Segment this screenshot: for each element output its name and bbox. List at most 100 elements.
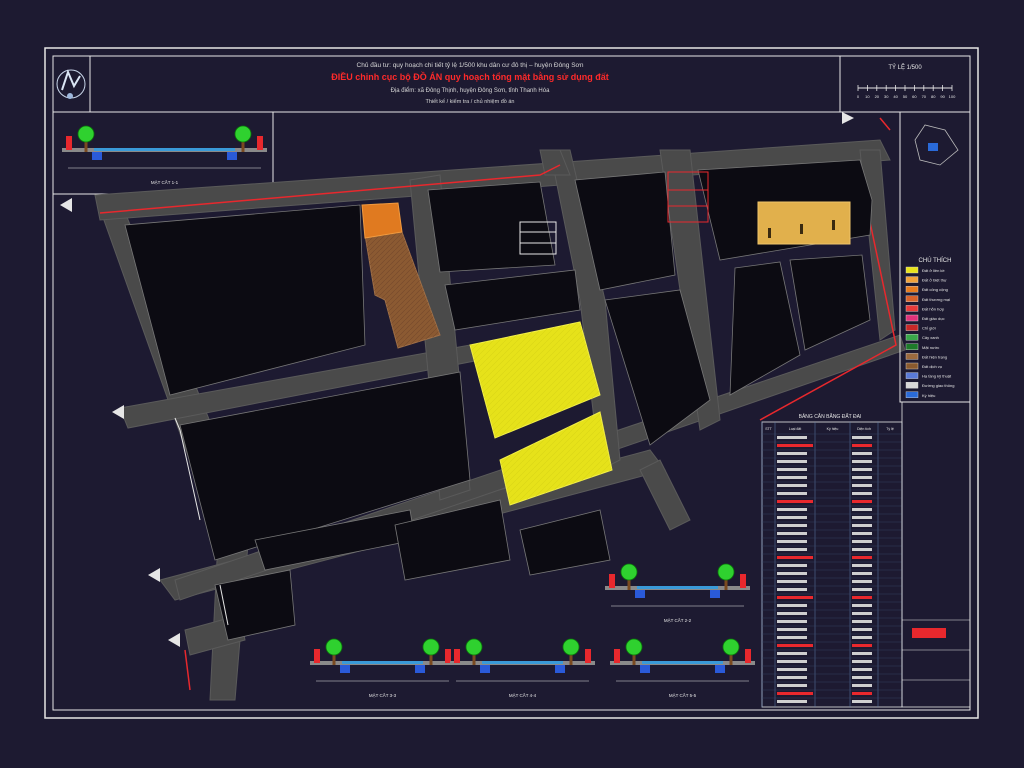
table-cell	[777, 644, 813, 647]
scale-tick-label: 90	[940, 94, 945, 99]
legend-label: Đường giao thông	[922, 383, 954, 388]
street-cross-section: MẶT CẮT 2-2	[605, 563, 750, 623]
scale-tick-label: 70	[922, 94, 927, 99]
title-block	[901, 401, 971, 708]
table-cell	[777, 548, 807, 551]
scale-title: TỶ LỆ 1/500	[888, 63, 922, 71]
table-cell	[777, 684, 807, 687]
table-cell	[777, 468, 807, 471]
table-cell	[852, 484, 872, 487]
location-map-icon	[914, 124, 959, 166]
legend-label: Đất ở liền kề	[922, 268, 945, 273]
table-title: BẢNG CÂN BẰNG ĐẤT ĐAI	[799, 412, 862, 420]
table-cell	[852, 516, 872, 519]
table-cell	[852, 540, 872, 543]
legend-swatch	[905, 334, 919, 341]
legend-label: Cây xanh	[922, 335, 939, 340]
table-cell	[777, 516, 807, 519]
parcel-tan	[757, 201, 851, 245]
table-cell	[852, 620, 872, 623]
table-cell	[852, 468, 872, 471]
legend-label: Đất dịch vụ	[922, 364, 942, 369]
scale-tick-label: 40	[893, 94, 898, 99]
table-cell	[852, 652, 872, 655]
legend-label: Đất hiện trạng	[922, 354, 947, 359]
legend-swatch	[905, 382, 919, 389]
scale-tick-label: 0	[857, 94, 860, 99]
table-cell	[777, 612, 807, 615]
legend-swatch	[905, 353, 919, 360]
table-cell	[852, 628, 872, 631]
legend-label: Đất giáo dục	[922, 316, 944, 321]
table-cell	[777, 660, 807, 663]
street-cross-section: MẶT CẮT 4-4	[450, 638, 595, 698]
table-cell	[777, 556, 813, 559]
table-cell	[852, 492, 872, 495]
table-cell	[777, 700, 807, 703]
table-cell	[777, 532, 807, 535]
table-cell	[777, 460, 807, 463]
table-header: STT	[765, 427, 772, 431]
table-cell	[777, 436, 807, 439]
table-cell	[852, 532, 872, 535]
table-cell	[852, 476, 872, 479]
table-cell	[852, 636, 872, 639]
legend-swatch	[905, 314, 919, 322]
land-use-table: BẢNG CÂN BẰNG ĐẤT ĐAI STT Loại đất Ký hiệu…	[761, 412, 903, 708]
table-cell	[777, 604, 807, 607]
table-cell	[777, 444, 813, 447]
logo-icon	[56, 69, 86, 99]
parcel-orange	[361, 202, 403, 239]
table-cell	[777, 588, 807, 591]
legend-swatch	[905, 266, 919, 274]
legend-swatch	[905, 295, 919, 302]
table-cell	[777, 596, 813, 599]
street-cross-section: MẶT CẮT 3-3	[310, 638, 455, 698]
table-header: Tỷ lệ	[886, 427, 894, 431]
table-cell	[777, 476, 807, 479]
street-cross-section: MẶT CẮT 5-5	[610, 638, 755, 698]
legend-swatch	[905, 324, 919, 331]
section-label: MẶT CẮT 5-5	[669, 691, 697, 698]
table-cell	[777, 620, 807, 623]
section-label: MẶT CẮT 3-3	[369, 691, 397, 698]
table-cell	[852, 604, 872, 607]
table-cell	[852, 676, 872, 679]
table-header: Loại đất	[789, 427, 801, 431]
table-cell	[777, 692, 813, 695]
scale-bar: TỶ LỆ 1/500 0 10 20 30 40 50 60 70 80 90 100	[857, 63, 956, 99]
table-cell	[777, 572, 807, 575]
legend-swatch	[905, 343, 919, 350]
table-cell	[852, 460, 872, 463]
table-cell	[777, 508, 807, 511]
table-cell	[852, 596, 872, 599]
table-cell	[777, 452, 807, 455]
table-cell	[852, 556, 872, 559]
table-cell	[852, 684, 872, 687]
legend-swatch	[905, 362, 919, 370]
header-line4: Thiết kế / kiểm tra / chủ nhiệm đồ án	[426, 98, 515, 105]
site-plan-drawing: Chủ đầu tư: quy hoạch chi tiết tỷ lệ 1/5…	[44, 47, 979, 719]
sheet-title: ĐIỀU chỉnh cục bộ ĐỒ ÁN quy hoạch tổng m…	[331, 71, 609, 82]
table-cell	[777, 636, 807, 639]
table-cell	[852, 692, 872, 695]
table-cell	[852, 548, 872, 551]
legend-label: Mặt nước	[922, 345, 939, 350]
street-cross-section: MẶT CẮT 1-1	[62, 125, 267, 185]
legend-swatch	[905, 276, 919, 283]
scale-tick-label: 50	[903, 94, 908, 99]
scale-tick-label: 20	[875, 94, 880, 99]
table-cell	[777, 668, 807, 671]
header-line1: Chủ đầu tư: quy hoạch chi tiết tỷ lệ 1/5…	[357, 60, 584, 69]
table-cell	[777, 564, 807, 567]
legend-swatch	[905, 305, 919, 312]
legend-label: Đất ở biệt thự	[922, 278, 947, 283]
table-cell	[777, 540, 807, 543]
scale-tick-label: 30	[884, 94, 889, 99]
table-cell	[777, 628, 807, 631]
table-cell	[852, 564, 872, 567]
legend-label: Đất thương mại	[922, 297, 950, 302]
scale-tick-label: 100	[949, 94, 956, 99]
table-cell	[852, 572, 872, 575]
header-line3: Địa điểm: xã Đông Thịnh, huyện Đông Sơn,…	[391, 87, 550, 94]
